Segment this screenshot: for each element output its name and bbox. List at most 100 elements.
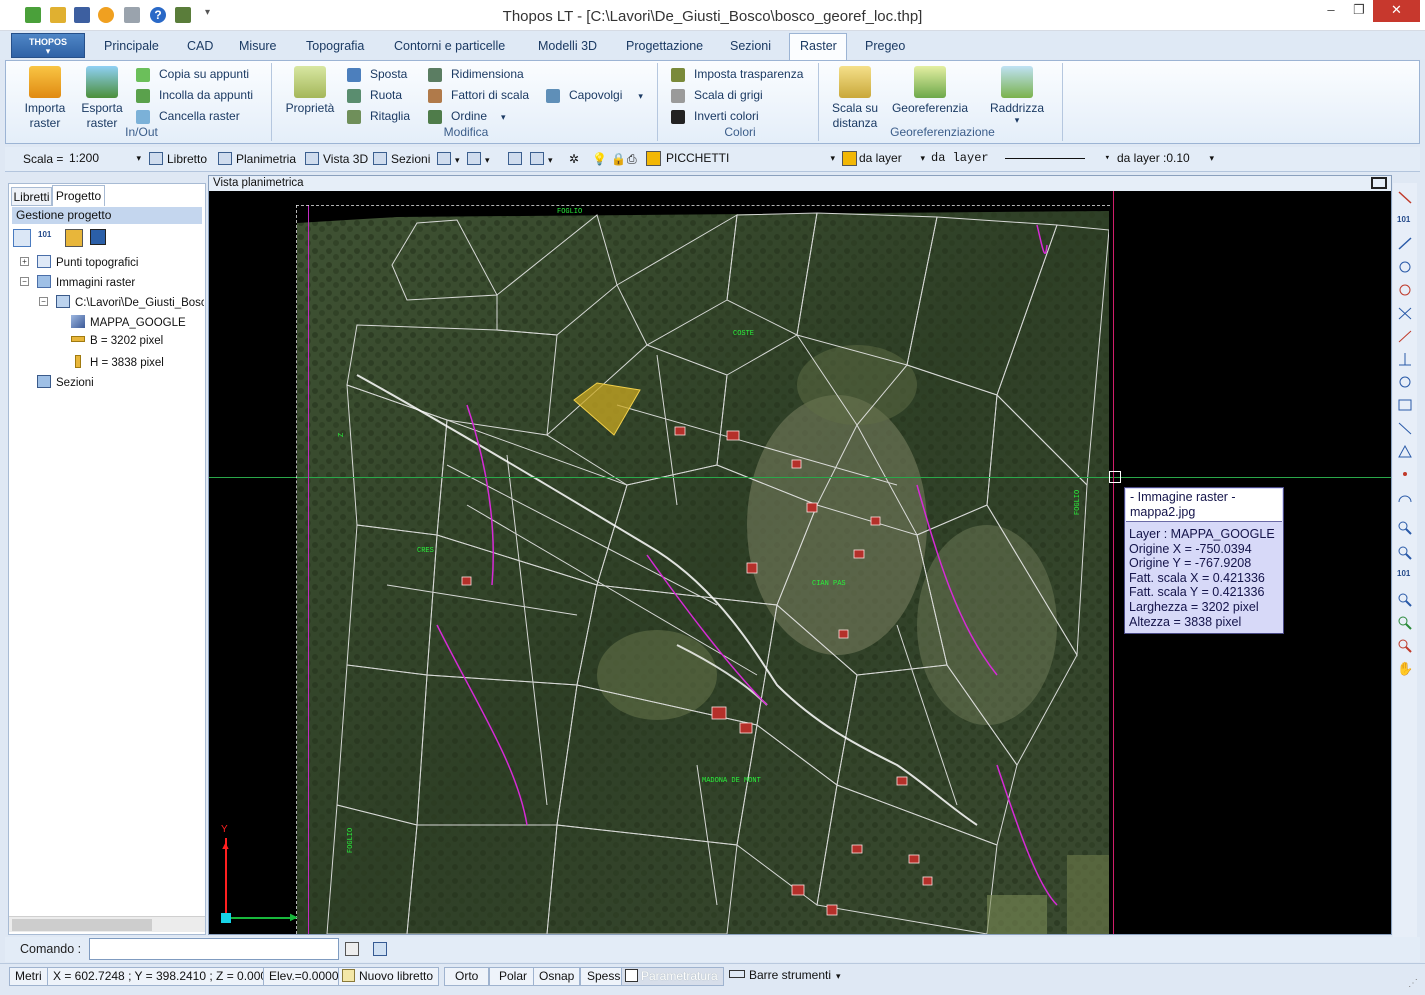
properties-button[interactable]: Proprietà — [280, 66, 340, 116]
color-select[interactable]: da layer ▾ — [859, 150, 928, 168]
tree-layer[interactable]: MAPPA_GOOGLE — [71, 315, 186, 329]
invert-colors-button[interactable]: Inverti colori — [671, 107, 759, 125]
sezioni-button[interactable]: Sezioni — [373, 152, 430, 166]
snap-line-icon[interactable] — [1397, 236, 1413, 251]
panel-scrollbar[interactable] — [9, 916, 205, 932]
zoom-101-icon[interactable]: 101 — [1397, 569, 1413, 584]
tab-principale[interactable]: Principale — [104, 39, 159, 53]
snap-center-icon[interactable] — [1397, 283, 1413, 298]
delete-raster-button[interactable]: Cancella raster — [136, 107, 240, 125]
tab-libretti[interactable]: Libretti — [11, 187, 52, 206]
zoom-window-icon[interactable] — [1397, 520, 1413, 535]
zoom-extents-icon[interactable] — [1397, 545, 1413, 560]
new-libretto-button[interactable]: Nuovo libretto — [338, 967, 440, 986]
snap-perpendicular-icon[interactable] — [1397, 352, 1413, 367]
toolbars-menu[interactable]: Barre strumenti ▾ — [724, 967, 846, 986]
tab-modelli-3d[interactable]: Modelli 3D — [538, 39, 597, 53]
tab-topografia[interactable]: Topografia — [306, 39, 364, 53]
zoom-out-icon[interactable] — [1397, 638, 1413, 653]
rotate-button[interactable]: Ruota — [347, 86, 402, 104]
tab-progettazione[interactable]: Progettazione — [626, 39, 703, 53]
toolbar-layout-button[interactable]: ▾ — [467, 152, 490, 166]
planimetria-button[interactable]: Planimetria — [218, 152, 296, 166]
number-101-icon[interactable]: 101 — [38, 230, 56, 246]
tab-progetto[interactable]: Progetto — [52, 185, 105, 206]
command-history-icon[interactable] — [345, 942, 359, 956]
command-input[interactable] — [89, 938, 339, 960]
snap-nearest-icon[interactable] — [1397, 398, 1413, 413]
osnap-toggle[interactable]: Osnap — [533, 967, 581, 986]
maximize-button[interactable]: ❐ — [1346, 0, 1372, 22]
parametratura-toggle[interactable]: Parametratura — [621, 967, 724, 986]
tree-height[interactable]: H = 3838 pixel — [71, 355, 164, 369]
polar-toggle[interactable]: Polar — [489, 967, 538, 986]
window-layout-button[interactable]: ▾ — [437, 152, 460, 166]
sun-icon[interactable]: ✲ — [569, 152, 579, 166]
minimize-button[interactable]: – — [1318, 0, 1344, 22]
lock-icon[interactable]: 🔒 — [611, 152, 626, 166]
pan-hand-icon[interactable]: ✋ — [1397, 661, 1413, 676]
snap-intersection-icon[interactable] — [1397, 306, 1413, 321]
tab-pregeo[interactable]: Pregeo — [865, 39, 905, 53]
copy-clipboard-button[interactable]: Copia su appunti — [136, 65, 249, 83]
command-window-icon[interactable] — [373, 942, 387, 956]
snap-arc-icon[interactable] — [1397, 490, 1413, 505]
snap-circle-icon[interactable] — [1397, 260, 1413, 275]
bulb-icon[interactable]: 💡 — [592, 152, 607, 166]
georeference-button[interactable]: Georeferenzia — [890, 66, 970, 116]
lineweight-select[interactable]: da layer :0.10 ▾ — [1117, 150, 1217, 168]
import-raster-button[interactable]: Importa raster — [17, 66, 73, 131]
scale-factors-button[interactable]: Fattori di scala — [428, 86, 529, 104]
snap-node-icon[interactable] — [1397, 467, 1413, 482]
tab-sezioni[interactable]: Sezioni — [730, 39, 771, 53]
layer-select[interactable]: PICCHETTI ▾ — [663, 150, 838, 168]
maximize-view-icon[interactable] — [1371, 177, 1387, 189]
tab-misure[interactable]: Misure — [239, 39, 277, 53]
layers-stack-button[interactable]: ▾ — [530, 152, 553, 166]
tab-contorni-particelle[interactable]: Contorni e particelle — [394, 39, 505, 53]
grayscale-button[interactable]: Scala di grigi — [671, 86, 763, 104]
set-transparency-button[interactable]: Imposta trasparenza — [671, 65, 803, 83]
flip-button[interactable]: Capovolgi ▾ — [546, 86, 643, 104]
tree-immagini-raster[interactable]: Immagini raster — [37, 275, 135, 289]
scale-select[interactable]: 1:200 ▾ — [66, 150, 144, 168]
tree-raster-file[interactable]: C:\Lavori\De_Giusti_Bosco — [56, 295, 204, 309]
expand-icon[interactable]: + — [20, 257, 29, 266]
resize-grip-icon[interactable]: ⋰ — [1408, 978, 1418, 989]
order-button[interactable]: Ordine ▾ — [428, 107, 506, 125]
crop-button[interactable]: Ritaglia — [347, 107, 410, 125]
scale-distance-button[interactable]: Scala su distanza — [828, 66, 882, 131]
scrollbar-thumb[interactable] — [12, 919, 152, 931]
zoom-in-icon[interactable] — [1397, 615, 1413, 630]
orto-toggle[interactable]: Orto — [444, 967, 490, 986]
collapse-icon[interactable]: − — [20, 277, 29, 286]
snap-101-icon[interactable]: 101 — [1397, 215, 1413, 230]
refresh-icon[interactable] — [65, 229, 83, 247]
tab-cad[interactable]: CAD — [187, 39, 213, 53]
tab-raster[interactable]: Raster — [800, 39, 837, 53]
layers-button[interactable] — [508, 152, 526, 166]
zoom-previous-icon[interactable] — [1397, 592, 1413, 607]
vista3d-button[interactable]: Vista 3D — [305, 152, 368, 166]
snap-midpoint-icon[interactable] — [1397, 329, 1413, 344]
tree-punti-topografici[interactable]: Punti topografici — [37, 255, 138, 269]
raster-image[interactable]: FOGLIO COSTE CRES CIAN PAS MADONA DE MON… — [297, 205, 1109, 934]
app-menu-button[interactable]: THOPOS ▾ — [11, 33, 85, 58]
snap-endpoint-icon[interactable] — [1397, 190, 1413, 205]
snap-quadrant-icon[interactable] — [1397, 421, 1413, 436]
select-cursor-icon[interactable] — [13, 229, 31, 247]
move-button[interactable]: Sposta — [347, 65, 407, 83]
printer-icon[interactable]: ⎙ — [627, 152, 637, 167]
resize-button[interactable]: Ridimensiona — [428, 65, 524, 83]
close-button[interactable]: ✕ — [1373, 0, 1420, 22]
libretto-button[interactable]: Libretto — [149, 152, 207, 166]
tree-width[interactable]: B = 3202 pixel — [71, 335, 163, 347]
tree-sezioni[interactable]: Sezioni — [37, 375, 94, 389]
collapse-icon[interactable]: − — [39, 297, 48, 306]
linetype-select[interactable]: da layer ▾ — [931, 150, 1113, 168]
export-raster-button[interactable]: Esporta raster — [75, 66, 129, 131]
snap-extension-icon[interactable] — [1397, 444, 1413, 459]
paste-clipboard-button[interactable]: Incolla da appunti — [136, 86, 253, 104]
snap-tangent-icon[interactable] — [1397, 375, 1413, 390]
sync-icon[interactable] — [90, 229, 106, 245]
